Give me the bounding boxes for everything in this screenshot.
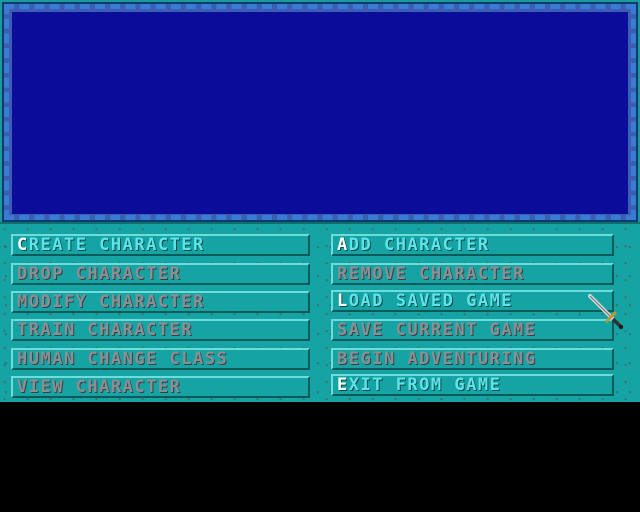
hotkey-letter: E xyxy=(337,375,349,395)
game-screen: CREATE CHARACTER DROP CHARACTER MODIFY C… xyxy=(0,0,640,512)
exit-from-game-button[interactable]: EXIT FROM GAME xyxy=(331,374,614,396)
party-menu-panel: CREATE CHARACTER DROP CHARACTER MODIFY C… xyxy=(0,222,640,402)
button-label: HUMAN CHANGE CLASS xyxy=(17,349,229,369)
add-character-button[interactable]: ADD CHARACTER xyxy=(331,234,614,256)
viewport-frame xyxy=(0,0,640,222)
train-character-button[interactable]: TRAIN CHARACTER xyxy=(11,319,310,341)
sword-cursor-icon xyxy=(588,294,624,330)
human-change-class-button[interactable]: HUMAN CHANGE CLASS xyxy=(11,348,310,370)
hotkey-letter: L xyxy=(337,291,349,311)
save-current-game-button[interactable]: SAVE CURRENT GAME xyxy=(331,319,614,341)
hotkey-letter: A xyxy=(337,235,349,255)
button-label: VIEW CHARACTER xyxy=(17,377,182,397)
drop-character-button[interactable]: DROP CHARACTER xyxy=(11,263,310,285)
button-label: DROP CHARACTER xyxy=(17,264,182,284)
button-label: REMOVE CHARACTER xyxy=(337,264,525,284)
begin-adventuring-button[interactable]: BEGIN ADVENTURING xyxy=(331,348,614,370)
button-label: SAVE CURRENT GAME xyxy=(337,320,537,340)
button-label: TRAIN CHARACTER xyxy=(17,320,194,340)
button-label: XIT FROM GAME xyxy=(348,375,502,395)
button-label: REATE CHARACTER xyxy=(28,235,205,255)
modify-character-button[interactable]: MODIFY CHARACTER xyxy=(11,291,310,313)
button-label: OAD SAVED GAME xyxy=(348,291,514,311)
hotkey-letter: C xyxy=(17,235,29,255)
create-character-button[interactable]: CREATE CHARACTER xyxy=(11,234,310,256)
button-label: DD CHARACTER xyxy=(348,235,490,255)
load-saved-game-button[interactable]: LOAD SAVED GAME xyxy=(331,290,614,312)
button-label: BEGIN ADVENTURING xyxy=(337,349,537,369)
button-label: MODIFY CHARACTER xyxy=(17,292,205,312)
main-viewport xyxy=(12,12,628,214)
view-character-button[interactable]: VIEW CHARACTER xyxy=(11,376,310,398)
remove-character-button[interactable]: REMOVE CHARACTER xyxy=(331,263,614,285)
